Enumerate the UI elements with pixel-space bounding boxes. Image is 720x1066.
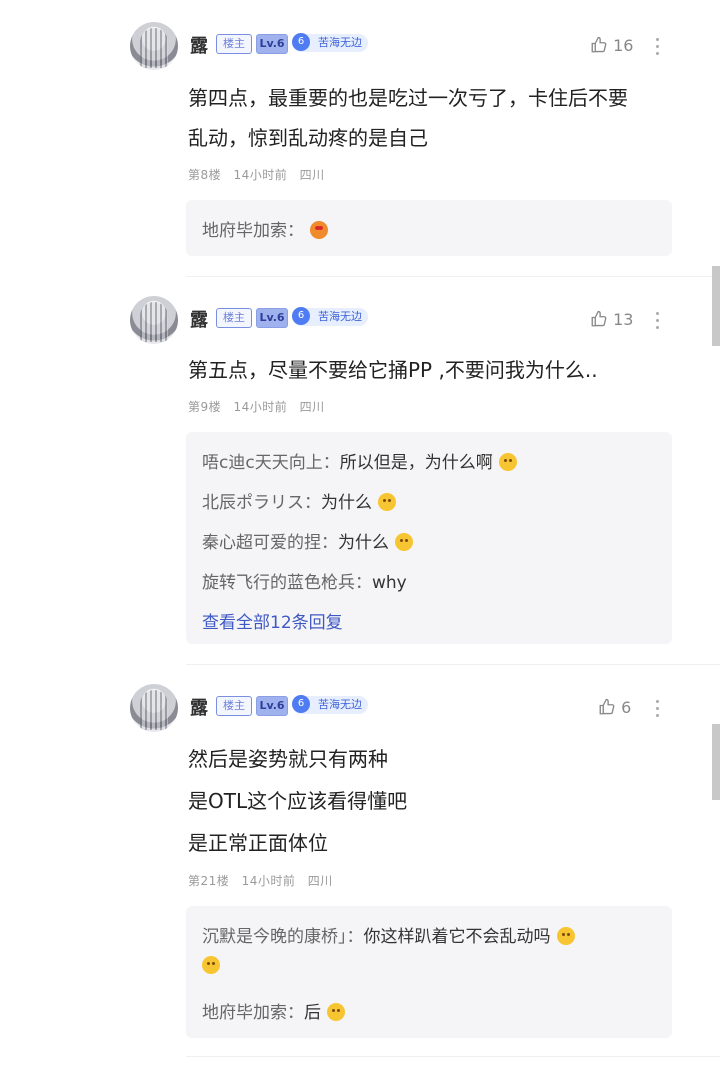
post-divider bbox=[186, 664, 720, 665]
reply-text: 后 bbox=[304, 1003, 321, 1023]
reply-text: why bbox=[372, 573, 407, 593]
like-button[interactable]: 13 bbox=[590, 310, 633, 329]
reply-box[interactable]: 沉默是今晚的康桥」：你这样趴着它不会乱动吗 地府毕加索：后 bbox=[186, 906, 672, 1038]
user-avatar[interactable] bbox=[130, 296, 178, 344]
like-count: 16 bbox=[613, 36, 634, 55]
more-options-icon[interactable] bbox=[656, 38, 660, 59]
post-line: 是OTL这个应该看得懂吧 bbox=[188, 789, 408, 813]
user-name[interactable]: 露 bbox=[190, 694, 208, 720]
thumbs-up-icon bbox=[591, 36, 607, 53]
level-badge: Lv.6 bbox=[256, 308, 288, 328]
reply-author[interactable]: 沉默是今晚的康桥」： bbox=[202, 927, 364, 947]
post-text: 第五点，尽量不要给它捅PP ,不要问我为什么.. bbox=[188, 350, 598, 390]
smile-emoji-icon bbox=[395, 533, 413, 551]
scrollbar-thumb[interactable] bbox=[712, 266, 720, 346]
like-button[interactable]: 16 bbox=[590, 36, 633, 55]
post-line: 第五点，尽量不要给它捅PP ,不要问我为什么.. bbox=[188, 358, 598, 382]
thumbs-up-icon bbox=[599, 698, 615, 715]
like-button[interactable]: 6 bbox=[598, 698, 631, 717]
medal-level-icon: 6 bbox=[292, 695, 310, 713]
reply-item[interactable]: 旋转飞行的蓝色枪兵：why bbox=[202, 568, 407, 593]
user-name[interactable]: 露 bbox=[190, 306, 208, 332]
grimace-emoji-icon bbox=[202, 956, 220, 974]
post-location: 四川 bbox=[299, 168, 325, 182]
reply-author[interactable]: 旋转飞行的蓝色枪兵： bbox=[202, 573, 372, 593]
post-line: 然后是姿势就只有两种 bbox=[188, 747, 388, 771]
reply-author[interactable]: 地府毕加索： bbox=[202, 221, 304, 241]
post-line: 第四点，最重要的也是吃过一次亏了，卡住后不要 bbox=[188, 86, 628, 110]
awkward-emoji-icon bbox=[378, 493, 396, 511]
reply-author[interactable]: 秦心超可爱的捏： bbox=[202, 533, 338, 553]
reply-author[interactable]: 北辰ポラリス： bbox=[202, 493, 321, 513]
reply-text: 你这样趴着它不会乱动吗 bbox=[363, 927, 551, 947]
reply-item[interactable]: 秦心超可爱的捏：为什么 bbox=[202, 528, 413, 553]
scrollbar-thumb[interactable] bbox=[712, 724, 720, 800]
post-time: 14小时前 bbox=[233, 400, 288, 414]
user-avatar[interactable] bbox=[130, 684, 178, 732]
post-divider bbox=[186, 1056, 720, 1057]
reply-text: 为什么 bbox=[321, 493, 372, 513]
reply-author[interactable]: 地府毕加索： bbox=[202, 1003, 304, 1023]
reply-author[interactable]: 唔c迪c天天向上： bbox=[202, 453, 340, 473]
medal-level-icon: 6 bbox=[292, 307, 310, 325]
post-time: 14小时前 bbox=[233, 168, 288, 182]
more-options-icon[interactable] bbox=[656, 700, 660, 721]
reply-item[interactable]: 地府毕加索： bbox=[202, 216, 328, 241]
sad-emoji-icon bbox=[498, 453, 517, 471]
reply-item[interactable]: 沉默是今晚的康桥」：你这样趴着它不会乱动吗 bbox=[202, 922, 575, 947]
medal-label: 苦海无边 bbox=[318, 36, 362, 49]
medal-badge: 6 苦海无边 bbox=[292, 695, 368, 714]
owner-badge: 楼主 bbox=[216, 696, 252, 716]
level-badge: Lv.6 bbox=[256, 34, 288, 54]
like-count: 6 bbox=[621, 698, 632, 717]
reply-item[interactable]: 地府毕加索：后 bbox=[202, 998, 345, 1023]
medal-badge: 6 苦海无边 bbox=[292, 33, 368, 52]
more-options-icon[interactable] bbox=[656, 312, 660, 333]
post-text: 第四点，最重要的也是吃过一次亏了，卡住后不要 乱动，惊到乱动疼的是自己 bbox=[188, 78, 628, 158]
floor-number: 第21楼 bbox=[188, 874, 230, 888]
medal-badge: 6 苦海无边 bbox=[292, 307, 368, 326]
post-meta: 第21楼 14小时前 四川 bbox=[188, 872, 341, 889]
post-time: 14小时前 bbox=[241, 874, 296, 888]
post-divider bbox=[186, 276, 720, 277]
reply-item[interactable]: 唔c迪c天天向上：所以但是，为什么啊 bbox=[202, 448, 517, 473]
view-all-replies-link[interactable]: 查看全部12条回复 bbox=[202, 608, 343, 633]
medal-label: 苦海无边 bbox=[318, 698, 362, 711]
reply-text: 为什么 bbox=[338, 533, 389, 553]
reply-item[interactable]: 北辰ポラリス：为什么 bbox=[202, 488, 396, 513]
reply-text: 所以但是，为什么啊 bbox=[339, 453, 493, 473]
post-line: 是正常正面体位 bbox=[188, 831, 328, 855]
owner-badge: 楼主 bbox=[216, 308, 252, 328]
reply-item-continuation bbox=[202, 956, 220, 976]
reply-box[interactable]: 地府毕加索： bbox=[186, 200, 672, 256]
grimace-emoji-icon bbox=[556, 927, 575, 945]
post-meta: 第8楼 14小时前 四川 bbox=[188, 166, 333, 183]
owner-badge: 楼主 bbox=[216, 34, 252, 54]
floor-number: 第9楼 bbox=[188, 400, 222, 414]
user-avatar[interactable] bbox=[130, 22, 178, 70]
medal-label: 苦海无边 bbox=[318, 310, 362, 323]
medal-level-icon: 6 bbox=[292, 33, 310, 51]
post-location: 四川 bbox=[307, 874, 333, 888]
thumbs-up-icon bbox=[591, 310, 607, 327]
level-badge: Lv.6 bbox=[256, 696, 288, 716]
post-meta: 第9楼 14小时前 四川 bbox=[188, 398, 333, 415]
floor-number: 第8楼 bbox=[188, 168, 222, 182]
post-line: 乱动，惊到乱动疼的是自己 bbox=[188, 126, 428, 150]
like-count: 13 bbox=[613, 310, 634, 329]
laugh-tears-emoji-icon bbox=[327, 1003, 345, 1021]
post-location: 四川 bbox=[299, 400, 325, 414]
user-name[interactable]: 露 bbox=[190, 32, 208, 58]
heart-eyes-emoji-icon bbox=[310, 221, 328, 239]
post-text: 然后是姿势就只有两种 是OTL这个应该看得懂吧 是正常正面体位 bbox=[188, 738, 407, 864]
reply-box[interactable]: 唔c迪c天天向上：所以但是，为什么啊 北辰ポラリス：为什么 秦心超可爱的捏：为什… bbox=[186, 432, 672, 644]
